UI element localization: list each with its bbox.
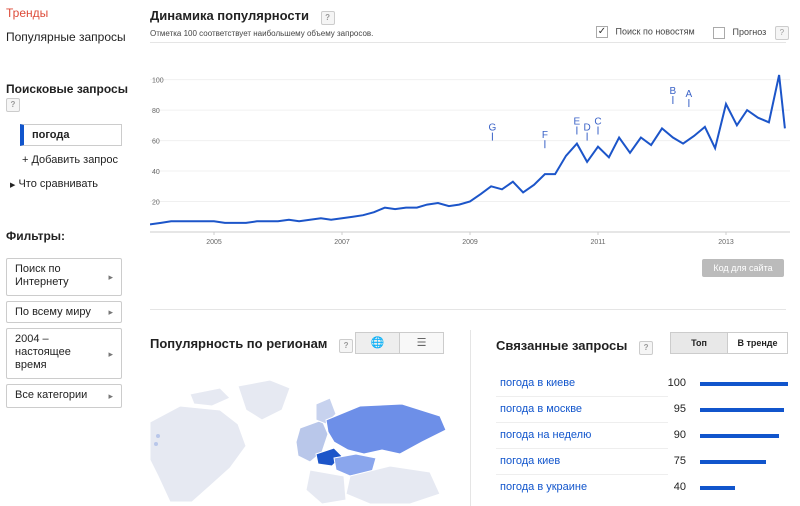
y-tick-label: 80 <box>152 108 160 115</box>
help-icon[interactable]: ? <box>6 98 20 112</box>
filter-label: По всему миру <box>15 306 91 318</box>
related-row: погода в москве 95 <box>496 403 788 417</box>
world-map[interactable] <box>150 376 450 506</box>
interest-line-chart[interactable]: 20 40 60 80 100 2005 2007 2009 2011 2013 G F EDC B A <box>150 60 790 255</box>
filter-label: Все категории <box>15 389 88 401</box>
row-divider <box>496 448 668 449</box>
search-queries-title: Поисковые запросы ? <box>6 82 128 112</box>
related-value: 40 <box>673 481 686 493</box>
list-view-toggle[interactable]: ☰ <box>399 332 444 354</box>
y-tick-label: 100 <box>152 78 164 85</box>
related-queries-title: Связанные запросы ? <box>496 338 654 355</box>
news-search-checkbox[interactable]: ✓ Поиск по новостям <box>596 26 695 38</box>
divider <box>150 309 786 310</box>
related-query-link[interactable]: погода в украине <box>500 481 587 493</box>
chevron-right-icon: ▸ <box>108 391 113 401</box>
row-divider <box>496 422 668 423</box>
forecast-checkbox[interactable]: Прогноз ? <box>713 26 789 40</box>
news-search-label: Поиск по новостям <box>615 26 695 37</box>
annotation-label: D <box>584 123 591 134</box>
related-value: 100 <box>667 377 686 389</box>
x-tick-label: 2009 <box>462 239 478 246</box>
x-tick-label: 2011 <box>590 239 605 246</box>
y-tick-label: 40 <box>152 169 160 176</box>
tab-top[interactable]: Топ <box>670 332 728 354</box>
filter-time-range[interactable]: 2004 – настоящее время ▸ <box>6 328 122 379</box>
embed-code-button[interactable]: Код для сайта <box>702 259 784 277</box>
query-term-box[interactable]: погода <box>20 124 122 146</box>
trends-link[interactable]: Тренды <box>6 6 48 20</box>
related-bar <box>700 460 766 464</box>
tab-rising[interactable]: В тренде <box>727 332 788 354</box>
annotation-label: A <box>686 89 693 100</box>
related-value: 90 <box>673 429 686 441</box>
divider <box>150 42 786 43</box>
filter-region[interactable]: По всему миру ▸ <box>6 301 122 323</box>
chart-subtitle: Отметка 100 соответствует наибольшему об… <box>150 29 374 38</box>
empty-checkbox-icon[interactable] <box>713 26 725 39</box>
help-icon[interactable]: ? <box>774 26 789 40</box>
related-bar <box>700 486 736 490</box>
filter-label: Поиск по Интернету <box>15 263 69 288</box>
map-view-toggle[interactable]: 🌐 <box>355 332 400 354</box>
filter-category[interactable]: Все категории ▸ <box>6 384 122 408</box>
related-bar <box>700 382 788 386</box>
annotation-label: C <box>594 116 601 127</box>
filter-label: 2004 – настоящее время <box>15 333 71 371</box>
y-tick-label: 20 <box>152 200 160 207</box>
compare-label: Что сравнивать <box>18 178 99 190</box>
compare-toggle[interactable]: ▶ Что сравнивать <box>10 178 98 190</box>
related-value: 75 <box>673 455 686 467</box>
related-query-link[interactable]: погода в киеве <box>500 377 575 389</box>
related-row: погода на неделю 90 <box>496 429 788 443</box>
checkmark-icon[interactable]: ✓ <box>596 26 608 38</box>
related-query-link[interactable]: погода в москве <box>500 403 582 415</box>
related-row: погода в киеве 100 <box>496 377 788 391</box>
related-bar <box>700 408 784 412</box>
interest-over-time-title: Динамика популярности ? <box>150 8 335 25</box>
sidebar: Тренды Популярные запросы Поисковые запр… <box>0 0 130 506</box>
y-tick-label: 60 <box>152 139 160 146</box>
forecast-label: Прогноз <box>732 27 767 37</box>
annotation-label: G <box>489 123 497 134</box>
regional-interest-label: Популярность по регионам <box>150 336 328 351</box>
interest-over-time-label: Динамика популярности <box>150 8 309 23</box>
x-tick-label: 2005 <box>206 239 222 246</box>
vertical-divider <box>470 330 471 506</box>
related-queries-label: Связанные запросы <box>496 338 628 353</box>
row-divider <box>496 474 668 475</box>
x-tick-label: 2013 <box>718 239 734 246</box>
map-island-1 <box>156 434 160 438</box>
related-query-link[interactable]: погода киев <box>500 455 560 467</box>
help-icon[interactable]: ? <box>639 341 654 355</box>
annotation-label: F <box>542 130 548 141</box>
related-row: погода в украине 40 <box>496 481 788 495</box>
row-divider <box>496 396 668 397</box>
chevron-right-icon: ▸ <box>108 307 113 317</box>
annotation-label: E <box>574 116 581 127</box>
popular-queries-link[interactable]: Популярные запросы <box>6 30 126 44</box>
globe-icon: 🌐 <box>370 337 385 349</box>
map-island-2 <box>154 442 158 446</box>
regional-interest-title: Популярность по регионам ? <box>150 336 354 353</box>
help-icon[interactable]: ? <box>320 11 335 25</box>
related-value: 95 <box>673 403 686 415</box>
triangle-right-icon: ▶ <box>10 182 16 189</box>
annotation-label: B <box>670 86 677 97</box>
help-icon[interactable]: ? <box>339 339 354 353</box>
add-query-link[interactable]: + Добавить запрос <box>22 154 118 166</box>
x-tick-label: 2007 <box>334 239 350 246</box>
chevron-right-icon: ▸ <box>108 272 113 282</box>
chevron-right-icon: ▸ <box>108 348 113 359</box>
filter-search-type[interactable]: Поиск по Интернету ▸ <box>6 258 122 296</box>
related-query-link[interactable]: погода на неделю <box>500 429 591 441</box>
search-queries-label: Поисковые запросы <box>6 82 128 96</box>
related-bar <box>700 434 780 438</box>
related-row: погода киев 75 <box>496 455 788 469</box>
list-icon: ☰ <box>416 337 427 349</box>
filters-title: Фильтры: <box>6 229 66 243</box>
